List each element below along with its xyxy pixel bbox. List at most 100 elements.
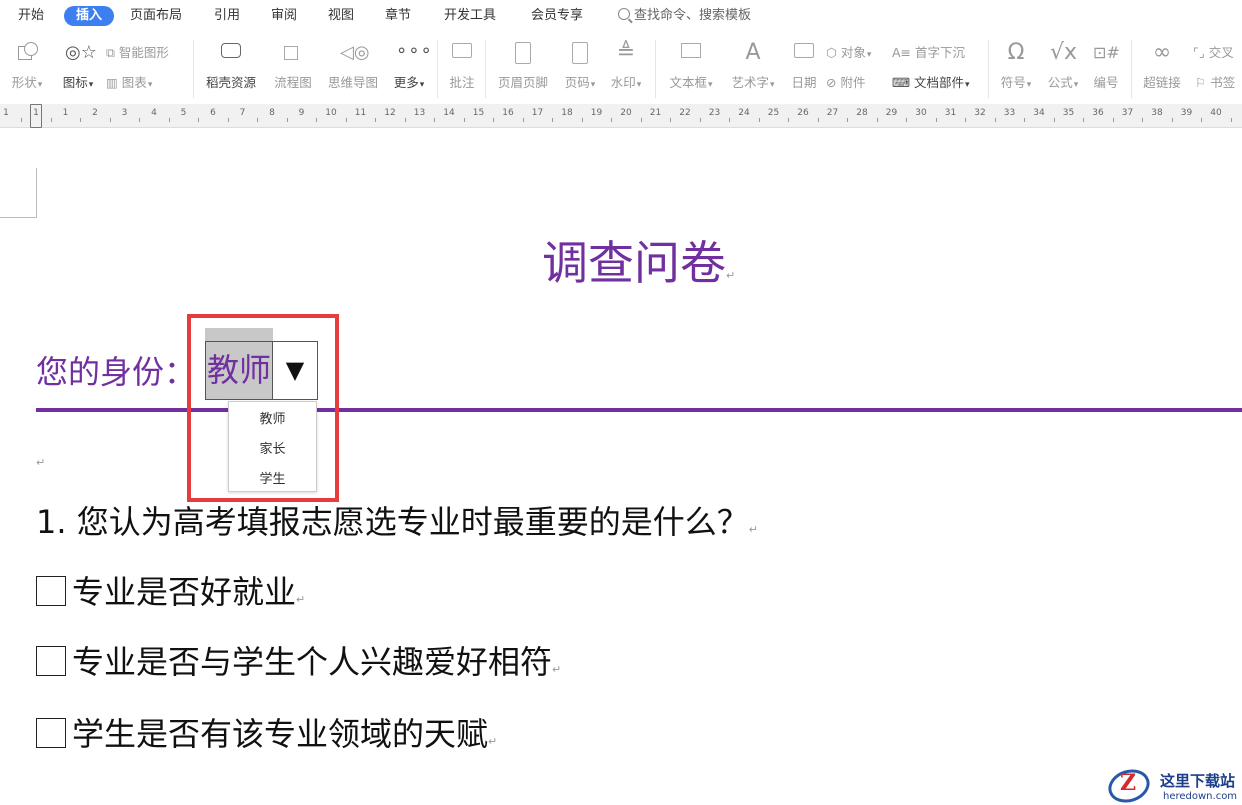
ruler-number: 38 [1151, 108, 1163, 118]
watermark-button[interactable]: ≜ 水印 [606, 40, 646, 91]
omega-icon: Ω [1007, 40, 1025, 65]
paragraph-mark: ↵ [748, 523, 758, 536]
sqrt-icon: √x [1050, 40, 1078, 65]
ruler-tick [994, 118, 996, 122]
shape-icon [14, 40, 40, 66]
empty-paragraph-mark: ↵ [36, 456, 46, 469]
ruler-number: 33 [1003, 108, 1016, 118]
page-number-icon [567, 40, 593, 66]
icon-button[interactable]: ◎☆ 图标 [58, 40, 98, 91]
formula-button[interactable]: √x 公式 [1043, 40, 1083, 91]
tab-home[interactable]: 开始 [18, 6, 44, 26]
ruler-number: 7 [239, 108, 246, 118]
command-search[interactable]: 查找命令、搜索模板 [618, 6, 751, 26]
ruler-number: 28 [856, 108, 868, 118]
ruler-tick [227, 118, 229, 122]
checkbox[interactable] [36, 646, 66, 676]
bookmark-button[interactable]: ⚐ 书签 [1195, 72, 1235, 91]
ruler-number: 8 [269, 108, 275, 118]
header-footer-button[interactable]: 页眉页脚 [494, 40, 552, 91]
smart-art-label: 智能图形 [118, 45, 169, 60]
ruler-number: 21 [649, 108, 662, 118]
attachment-button[interactable]: ⊘ 附件 [826, 72, 865, 91]
daoke-basket-icon [218, 40, 244, 66]
numbering-icon: ⊡# [1093, 43, 1120, 62]
tab-references[interactable]: 引用 [214, 6, 240, 26]
ruler-tick [50, 118, 52, 122]
checkbox[interactable] [36, 718, 66, 748]
smart-art-button[interactable]: ⧉ 智能图形 [106, 42, 169, 61]
doc-parts-label: 文档部件 [914, 75, 970, 90]
tab-page-layout[interactable]: 页面布局 [130, 6, 182, 26]
wordart-button[interactable]: A 艺术字 [726, 40, 780, 91]
daoke-resources-button[interactable]: 稻壳资源 [202, 40, 260, 91]
ruler-number: 11 [354, 108, 367, 118]
checkbox[interactable] [36, 576, 66, 606]
bookmark-label: 书签 [1210, 75, 1236, 90]
doc-parts-button[interactable]: ⌨ 文档部件 [892, 72, 970, 91]
numbering-button[interactable]: ⊡# 编号 [1090, 40, 1122, 91]
flowchart-button[interactable]: 流程图 [271, 40, 315, 91]
answer-option-label: 专业是否与学生个人兴趣爱好相符 [72, 643, 553, 681]
ruler-number: 30 [915, 108, 927, 118]
comment-icon [449, 40, 475, 66]
ruler-tick [817, 118, 819, 122]
tab-developer[interactable]: 开发工具 [444, 6, 496, 26]
ruler-tick [168, 118, 170, 122]
ruler-number: 6 [210, 108, 216, 118]
hyperlink-label: 超链接 [1143, 75, 1181, 90]
bar-chart-icon: ▥ [106, 75, 122, 90]
ruler-number: 1 [3, 108, 9, 118]
tab-review[interactable]: 审阅 [271, 6, 297, 26]
textbox-button[interactable]: 文本框 [664, 40, 718, 91]
watermark-site-name: 这里下载站 [1160, 772, 1236, 790]
ruler-tick [109, 118, 111, 122]
tab-insert[interactable]: 插入 [64, 6, 115, 26]
mindmap-button[interactable]: ◁◎ 思维导图 [324, 40, 382, 91]
shape-button[interactable]: 形状 [8, 40, 46, 91]
horizontal-ruler[interactable]: 1 1 1 2 3 4 5 6 7 8 9 10 11 12 13 14 15 16 17 18 19 20 21 22 23 2… [0, 104, 1242, 128]
ruler-number: 15 [472, 108, 485, 118]
page-number-button[interactable]: 页码 [560, 40, 600, 91]
ruler-tick [1112, 118, 1114, 122]
search-placeholder: 查找命令、搜索模板 [634, 8, 752, 23]
answer-option-1: 专业是否好就业↵ [36, 568, 305, 624]
comment-label: 批注 [449, 75, 475, 90]
ruler-number: 34 [1033, 108, 1045, 118]
indent-marker[interactable] [30, 104, 42, 128]
menu-bar: 开始 插入 页面布局 引用 审阅 视图 章节 开发工具 会员专享 查找命令、搜索… [0, 0, 1242, 32]
ruler-tick [965, 118, 967, 122]
date-button[interactable]: 日期 [788, 40, 820, 91]
symbol-button[interactable]: Ω 符号 [996, 40, 1036, 91]
ruler-tick [1171, 118, 1173, 122]
ruler-tick [463, 118, 465, 122]
ruler-number: 17 [531, 108, 544, 118]
dropcap-label: 首字下沉 [915, 45, 966, 60]
crossref-button[interactable]: ⌜⌟ 交叉 [1193, 42, 1234, 61]
more-button[interactable]: ∘∘∘ 更多 [389, 40, 432, 91]
header-footer-icon [510, 40, 536, 66]
tab-member[interactable]: 会员专享 [531, 6, 583, 26]
hyperlink-button[interactable]: ∞ 超链接 [1140, 40, 1184, 91]
paragraph-mark: ↵ [552, 663, 562, 676]
dropcap-button[interactable]: A≡ 首字下沉 [892, 42, 965, 61]
shape-label: 形状 [8, 72, 46, 91]
mindmap-label: 思维导图 [327, 75, 378, 90]
ruler-number: 4 [151, 108, 157, 118]
chart-button[interactable]: ▥ 图表 [106, 72, 152, 91]
ruler-tick [640, 118, 642, 122]
tab-view[interactable]: 视图 [328, 6, 354, 26]
ruler-tick [1230, 118, 1232, 122]
object-button[interactable]: ⬡ 对象 [826, 42, 871, 61]
ruler-number: 25 [767, 108, 780, 118]
formula-label: 公式 [1043, 72, 1083, 91]
ruler-number: 10 [325, 108, 337, 118]
ruler-tick [1024, 118, 1026, 122]
answer-option-2: 专业是否与学生个人兴趣爱好相符↵ [36, 638, 561, 694]
identity-label: 您的身份： [36, 353, 197, 391]
ruler-number: 12 [384, 108, 396, 118]
comment-button[interactable]: 批注 [445, 40, 479, 91]
paragraph-mark: ↵ [488, 735, 498, 748]
tab-chapter[interactable]: 章节 [385, 6, 411, 26]
dropcap-icon: A≡ [892, 45, 915, 60]
